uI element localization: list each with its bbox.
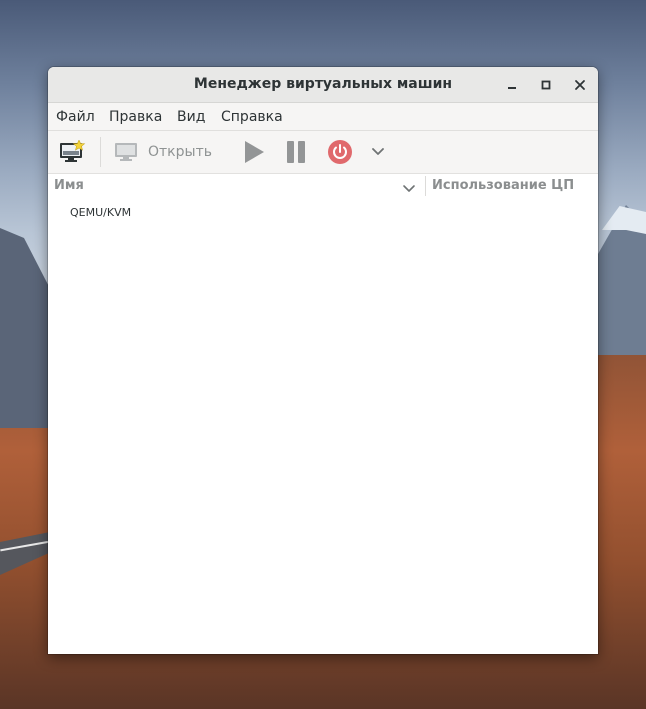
window-maximize-button[interactable] (536, 75, 556, 95)
play-icon (245, 141, 264, 163)
open-button[interactable]: Открыть (114, 131, 220, 173)
open-label: Открыть (148, 144, 212, 160)
chevron-down-icon (372, 148, 384, 155)
new-vm-button[interactable] (56, 131, 90, 173)
pause-icon (287, 141, 305, 163)
titlebar[interactable]: Менеджер виртуальных машин (48, 67, 598, 103)
pause-button[interactable] (284, 131, 308, 173)
shutdown-button[interactable] (326, 131, 354, 173)
column-header: Имя Использование ЦП (48, 173, 598, 199)
vm-list[interactable]: QEMU/KVM (48, 198, 598, 654)
window-close-button[interactable] (570, 75, 590, 95)
menu-help[interactable]: Справка (221, 103, 283, 130)
menu-edit[interactable]: Правка (109, 103, 162, 130)
power-icon (328, 140, 352, 164)
sort-button[interactable] (402, 180, 416, 192)
virt-manager-window: Менеджер виртуальных машин Файл Правка В… (48, 67, 598, 654)
toolbar-separator (100, 137, 101, 167)
window-minimize-icon (508, 87, 516, 89)
menu-file[interactable]: Файл (56, 103, 95, 130)
window-close-icon (575, 80, 585, 90)
menubar: Файл Правка Вид Справка (48, 103, 598, 131)
connection-label: QEMU/KVM (70, 206, 132, 219)
menu-view[interactable]: Вид (177, 103, 205, 130)
window-maximize-icon (541, 80, 551, 90)
list-item[interactable]: QEMU/KVM (48, 203, 598, 223)
monitor-icon (115, 143, 137, 161)
window-minimize-button[interactable] (502, 75, 522, 95)
run-button[interactable] (240, 131, 268, 173)
new-vm-monitor-star-icon (60, 140, 86, 162)
column-name-header[interactable]: Имя (54, 174, 84, 198)
shutdown-menu-button[interactable] (369, 131, 387, 173)
toolbar: Открыть (48, 131, 598, 173)
column-cpu-header[interactable]: Использование ЦП (432, 174, 574, 198)
column-divider[interactable] (425, 176, 426, 196)
chevron-down-icon (403, 185, 415, 192)
